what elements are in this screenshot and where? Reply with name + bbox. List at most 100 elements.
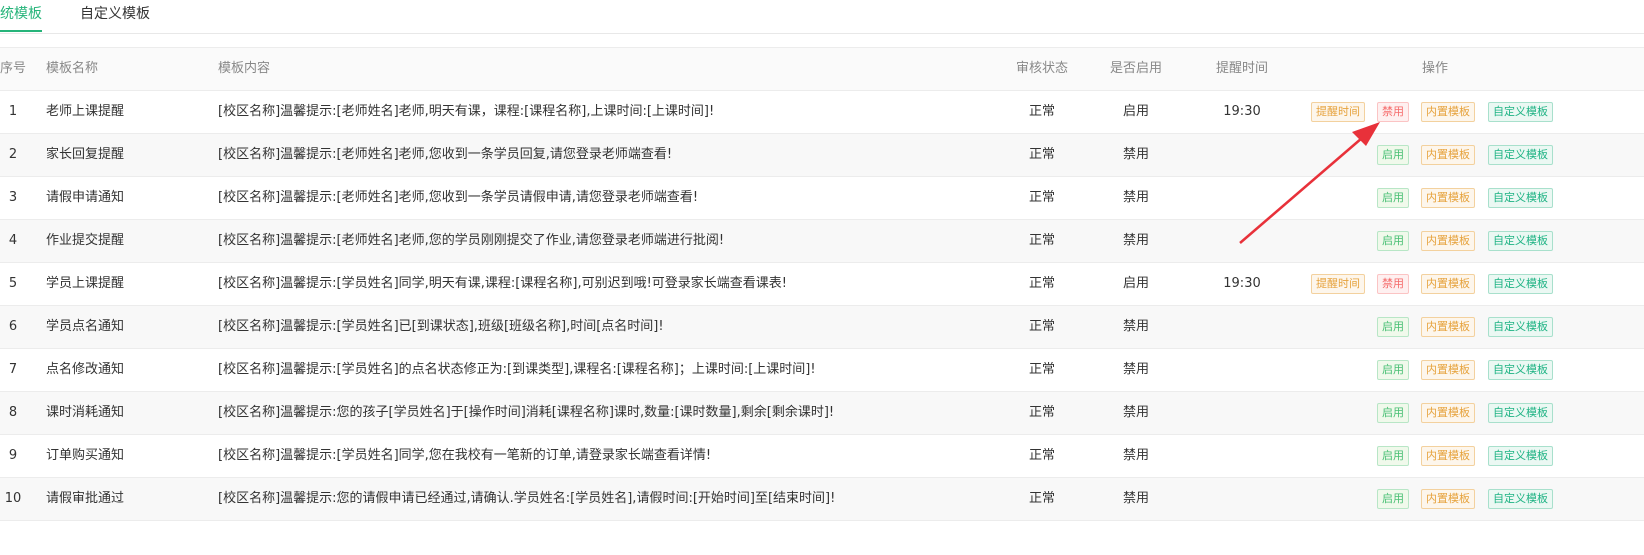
table-row: 7 点名修改通知 [校区名称]温馨提示:[学员姓名]的点名状态修正为:[到课类型],… [0,349,1644,392]
enable-button[interactable]: 启用 [1377,489,1409,509]
audit-status: 正常 [1028,319,1055,334]
row-index: 9 [8,448,18,463]
template-name: 订单购买通知 [46,448,125,463]
custom-template-button[interactable]: 自定义模板 [1488,274,1553,294]
audit-status: 正常 [1028,104,1055,119]
remind-time [1202,134,1282,176]
enabled-status: 禁用 [1122,147,1149,162]
table-row: 10 请假审批通过 [校区名称]温馨提示:您的请假申请已经通过,请确认.学员姓名:[… [0,478,1644,521]
row-actions: 启用 内置模板 自定义模板 [1300,188,1560,208]
remind-time: 19:30 [1223,276,1261,291]
template-name: 学员点名通知 [46,319,125,334]
remind-time [1202,435,1282,477]
enabled-status: 禁用 [1122,190,1149,205]
enabled-status: 禁用 [1122,362,1149,377]
column-header-index: 序号 [0,61,27,76]
template-content: [校区名称]温馨提示:[学员姓名]的点名状态修正为:[到课类型],课程名:[课程… [218,362,816,377]
template-content: [校区名称]温馨提示:[学员姓名]同学,您在我校有一笔新的订单,请登录家长端查看… [218,448,712,463]
remind-time [1202,478,1282,520]
remind-time [1202,392,1282,434]
builtin-template-button[interactable]: 内置模板 [1421,403,1475,423]
template-name: 点名修改通知 [46,362,125,377]
builtin-template-button[interactable]: 内置模板 [1421,360,1475,380]
builtin-template-button[interactable]: 内置模板 [1421,188,1475,208]
builtin-template-button[interactable]: 内置模板 [1421,145,1475,165]
row-actions: 启用 内置模板 自定义模板 [1300,231,1560,251]
remind-time [1202,220,1282,262]
template-name: 请假审批通过 [46,491,125,506]
row-index: 3 [8,190,18,205]
builtin-template-button[interactable]: 内置模板 [1421,489,1475,509]
disable-button[interactable]: 禁用 [1377,102,1409,122]
template-content: [校区名称]温馨提示:您的孩子[学员姓名]于[操作时间]消耗[课程名称]课时,数… [218,405,835,420]
template-content: [校区名称]温馨提示:[老师姓名]老师,您收到一条学员请假申请,请您登录老师端查… [218,190,699,205]
custom-template-button[interactable]: 自定义模板 [1488,489,1553,509]
template-table: 序号 模板名称 模板内容 审核状态 是否启用 提醒时间 操作 1 老师上课提醒 [校… [0,47,1644,521]
table-row: 8 课时消耗通知 [校区名称]温馨提示:您的孩子[学员姓名]于[操作时间]消耗[课程… [0,392,1644,435]
enabled-status: 禁用 [1122,491,1149,506]
remind-time-button[interactable]: 提醒时间 [1311,274,1365,294]
enabled-status: 禁用 [1122,319,1149,334]
tab-custom-templates[interactable]: 自定义模板 [80,6,150,34]
row-index: 1 [8,104,18,119]
custom-template-button[interactable]: 自定义模板 [1488,360,1553,380]
enable-button[interactable]: 启用 [1377,317,1409,337]
row-index: 2 [8,147,18,162]
row-actions: 启用 内置模板 自定义模板 [1300,446,1560,466]
table-row: 3 请假申请通知 [校区名称]温馨提示:[老师姓名]老师,您收到一条学员请假申请,请… [0,177,1644,220]
custom-template-button[interactable]: 自定义模板 [1488,446,1553,466]
table-header: 序号 模板名称 模板内容 审核状态 是否启用 提醒时间 操作 [0,48,1644,91]
builtin-template-button[interactable]: 内置模板 [1421,231,1475,251]
template-content: [校区名称]温馨提示:[老师姓名]老师,您收到一条学员回复,请您登录老师端查看! [218,147,673,162]
enable-button[interactable]: 启用 [1377,231,1409,251]
audit-status: 正常 [1028,147,1055,162]
enable-button[interactable]: 启用 [1377,145,1409,165]
column-header-time: 提醒时间 [1215,61,1268,76]
builtin-template-button[interactable]: 内置模板 [1421,317,1475,337]
enabled-status: 启用 [1122,104,1149,119]
audit-status: 正常 [1028,190,1055,205]
custom-template-button[interactable]: 自定义模板 [1488,102,1553,122]
audit-status: 正常 [1028,276,1055,291]
enable-button[interactable]: 启用 [1377,403,1409,423]
row-index: 6 [8,319,18,334]
enable-button[interactable]: 启用 [1377,188,1409,208]
row-actions: 启用 内置模板 自定义模板 [1300,489,1560,509]
table-row: 1 老师上课提醒 [校区名称]温馨提示:[老师姓名]老师,明天有课，课程:[课程名称… [0,91,1644,134]
enable-button[interactable]: 启用 [1377,446,1409,466]
table-row: 5 学员上课提醒 [校区名称]温馨提示:[学员姓名]同学,明天有课,课程:[课程名称… [0,263,1644,306]
disable-button[interactable]: 禁用 [1377,274,1409,294]
builtin-template-button[interactable]: 内置模板 [1421,102,1475,122]
audit-status: 正常 [1028,405,1055,420]
template-content: [校区名称]温馨提示:[学员姓名]已[到课状态],班级[班级名称],时间[点名时… [218,319,664,334]
table-row: 2 家长回复提醒 [校区名称]温馨提示:[老师姓名]老师,您收到一条学员回复,请您登… [0,134,1644,177]
remind-time-button[interactable]: 提醒时间 [1311,102,1365,122]
custom-template-button[interactable]: 自定义模板 [1488,403,1553,423]
custom-template-button[interactable]: 自定义模板 [1488,231,1553,251]
template-content: [校区名称]温馨提示:[老师姓名]老师,您的学员刚刚提交了作业,请您登录老师端进… [218,233,725,248]
row-actions: 提醒时间 禁用 内置模板 自定义模板 [1300,274,1560,294]
row-index: 7 [8,362,18,377]
template-content: [校区名称]温馨提示:[学员姓名]同学,明天有课,课程:[课程名称],可别迟到哦… [218,276,788,291]
tab-bar: 统模板 自定义模板 [0,0,1644,34]
builtin-template-button[interactable]: 内置模板 [1421,446,1475,466]
enable-button[interactable]: 启用 [1377,360,1409,380]
row-actions: 启用 内置模板 自定义模板 [1300,403,1560,423]
row-actions: 提醒时间 禁用 内置模板 自定义模板 [1300,102,1560,122]
template-name: 家长回复提醒 [46,147,125,162]
remind-time: 19:30 [1223,104,1261,119]
column-header-ops: 操作 [1421,61,1448,76]
table-row: 4 作业提交提醒 [校区名称]温馨提示:[老师姓名]老师,您的学员刚刚提交了作业,请… [0,220,1644,263]
remind-time [1202,306,1282,348]
custom-template-button[interactable]: 自定义模板 [1488,317,1553,337]
template-name: 老师上课提醒 [46,104,125,119]
row-index: 5 [8,276,18,291]
custom-template-button[interactable]: 自定义模板 [1488,145,1553,165]
custom-template-button[interactable]: 自定义模板 [1488,188,1553,208]
enabled-status: 禁用 [1122,405,1149,420]
builtin-template-button[interactable]: 内置模板 [1421,274,1475,294]
template-name: 学员上课提醒 [46,276,125,291]
remind-time [1202,349,1282,391]
template-name: 作业提交提醒 [46,233,125,248]
enabled-status: 禁用 [1122,233,1149,248]
